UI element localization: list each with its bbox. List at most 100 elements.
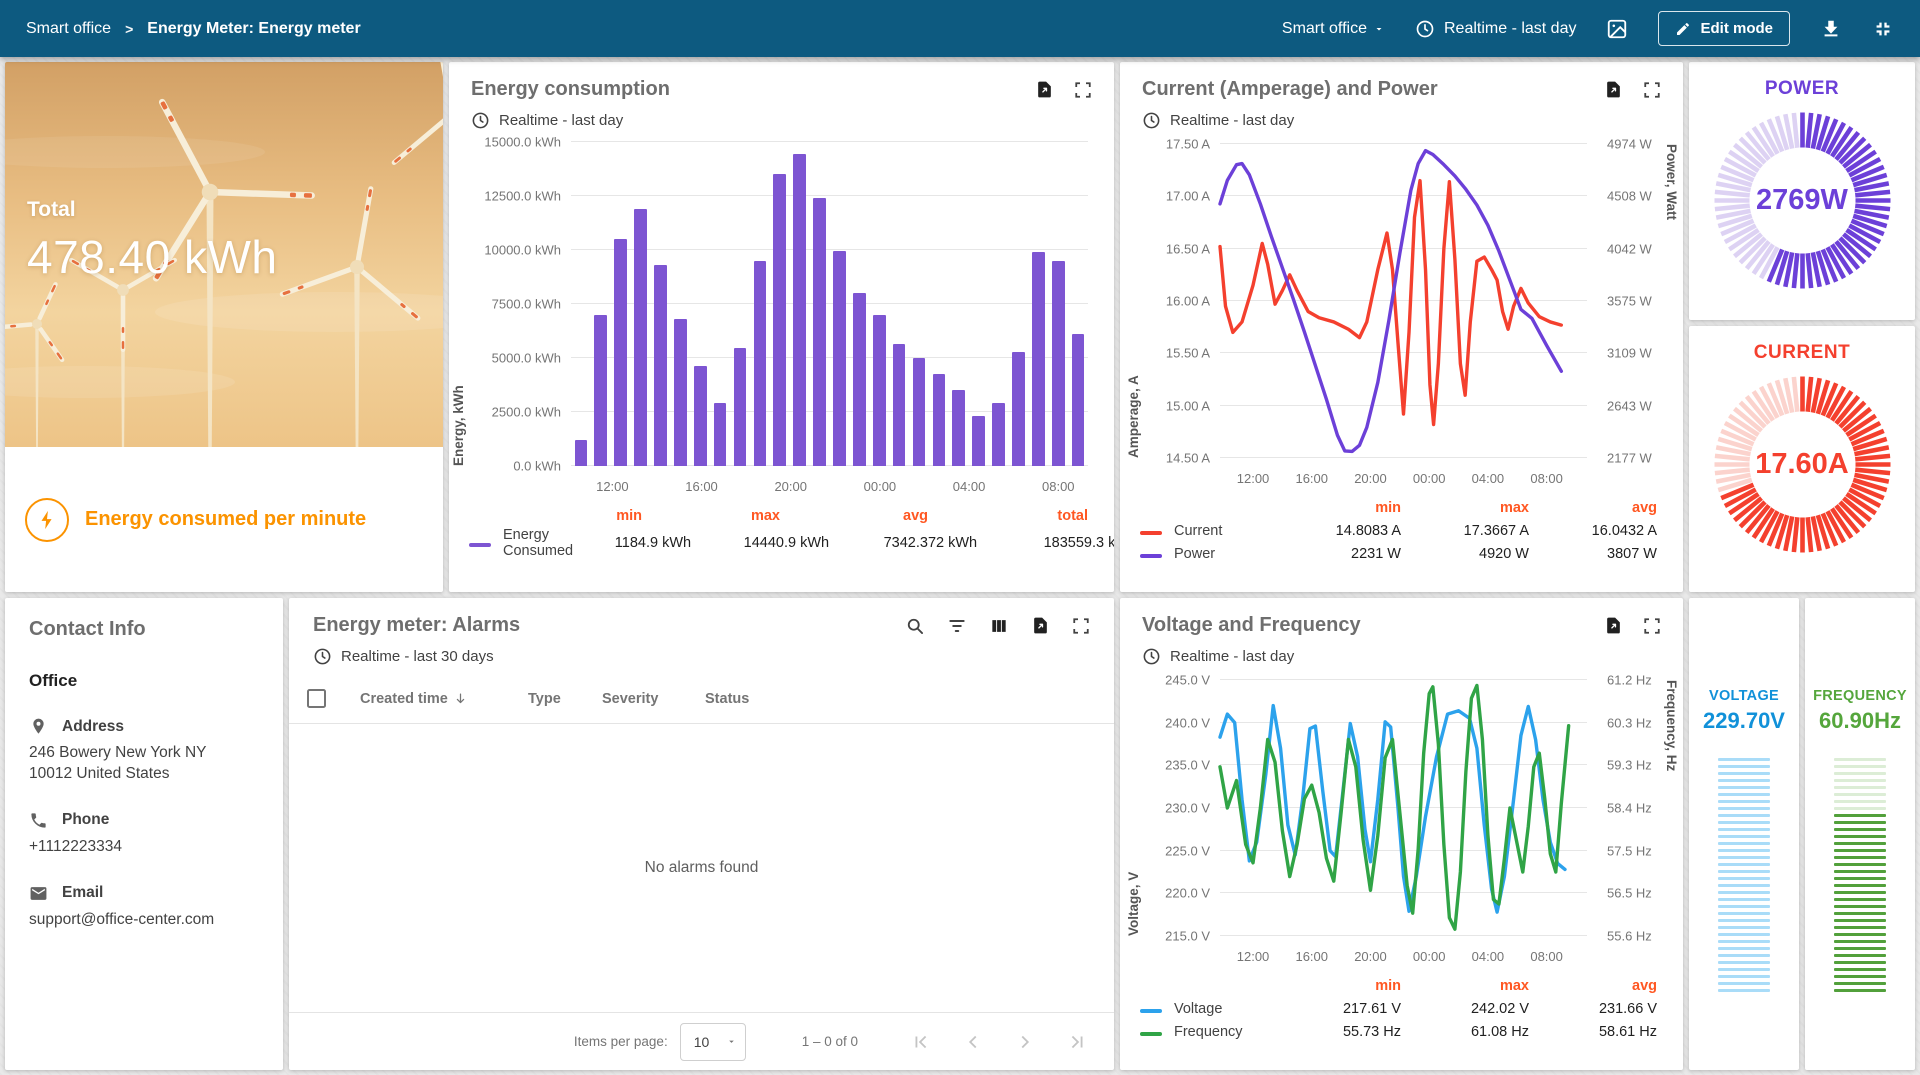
fullscreen-icon[interactable] <box>1074 81 1092 99</box>
alarms-card: Energy meter: Alarms <box>289 598 1114 1070</box>
dashboard-image-button[interactable] <box>1606 18 1628 40</box>
legend-header-row: minmaxavg <box>1140 974 1657 997</box>
y-tick-label: 17.00 A <box>1120 189 1210 204</box>
gauge-value: 2769W <box>1710 108 1895 293</box>
y-axis-labels-left: 17.50 A17.00 A16.50 A16.00 A15.50 A15.00… <box>1120 144 1210 458</box>
y-tick-label: 245.0 V <box>1120 673 1210 688</box>
legend-stat-header: max <box>1401 500 1529 516</box>
alarms-empty-message: No alarms found <box>289 724 1114 1012</box>
gridline <box>571 249 1088 250</box>
next-page-icon[interactable] <box>1014 1031 1036 1053</box>
column-status[interactable]: Status <box>705 691 1114 707</box>
plot-area <box>1220 680 1587 936</box>
office-name: Office <box>29 671 259 691</box>
timewindow-label: Realtime - last day <box>1444 20 1577 38</box>
legend-row[interactable]: Current14.8083 A17.3667 A16.0432 A <box>1140 519 1657 542</box>
bar <box>594 315 607 466</box>
entity-select-value: Smart office <box>1282 20 1367 38</box>
level-bar <box>1718 961 1770 964</box>
sort-desc-icon <box>453 691 468 706</box>
bar <box>833 251 846 466</box>
export-icon[interactable] <box>1031 616 1050 635</box>
column-created-time[interactable]: Created time <box>360 691 528 707</box>
breadcrumb-dashboard[interactable]: Smart office <box>26 20 111 38</box>
columns-icon[interactable] <box>989 616 1009 636</box>
column-severity[interactable]: Severity <box>602 691 705 707</box>
level-bar <box>1834 863 1886 866</box>
items-per-page-select[interactable]: 10 <box>680 1023 746 1061</box>
y-tick-label: 15.50 A <box>1120 346 1210 361</box>
bar <box>793 154 806 466</box>
first-page-icon[interactable] <box>910 1031 932 1053</box>
select-all-checkbox[interactable] <box>307 689 326 708</box>
fullscreen-icon[interactable] <box>1643 617 1661 635</box>
exit-fullscreen-icon[interactable] <box>1872 18 1894 40</box>
entity-select-dropdown[interactable]: Smart office <box>1282 20 1385 38</box>
plot-area <box>571 142 1088 466</box>
legend-swatch-color <box>1140 1032 1162 1036</box>
x-tick-label: 08:00 <box>1042 479 1075 494</box>
timewindow-button[interactable]: Realtime - last day <box>1415 19 1577 39</box>
y-tick-label: 3575 W <box>1597 294 1683 309</box>
export-icon[interactable] <box>1604 80 1623 99</box>
gridline <box>571 195 1088 196</box>
level-bar <box>1834 954 1886 957</box>
voltage-frequency-line-chart: Voltage, V Frequency, Hz 245.0 V240.0 V2… <box>1120 672 1683 964</box>
legend-row[interactable]: Power2231 W4920 W3807 W <box>1140 542 1657 565</box>
y-tick-label: 215.0 V <box>1120 929 1210 944</box>
fullscreen-icon[interactable] <box>1072 617 1090 635</box>
search-icon[interactable] <box>905 616 925 636</box>
y-tick-label: 60.3 Hz <box>1597 715 1683 730</box>
legend-row[interactable]: Voltage217.61 V242.02 V231.66 V <box>1140 997 1657 1020</box>
y-tick-label: 58.4 Hz <box>1597 801 1683 816</box>
bar <box>992 403 1005 466</box>
fullscreen-icon[interactable] <box>1643 81 1661 99</box>
previous-page-icon[interactable] <box>962 1031 984 1053</box>
level-bar <box>1718 849 1770 852</box>
level-bar <box>1834 989 1886 992</box>
level-bar <box>1834 765 1886 768</box>
widget-timewindow[interactable]: Realtime - last day <box>1142 647 1661 666</box>
legend-stat-header: avg <box>780 508 928 524</box>
x-tick-label: 04:00 <box>953 479 986 494</box>
level-bar <box>1834 968 1886 971</box>
x-tick-label: 08:00 <box>1530 949 1563 964</box>
filter-icon[interactable] <box>947 616 967 636</box>
level-bar <box>1834 926 1886 929</box>
card-title: Current (Amperage) and Power <box>1142 78 1584 101</box>
gauge-value: 60.90Hz <box>1805 708 1915 734</box>
last-page-icon[interactable] <box>1066 1031 1088 1053</box>
x-tick-label: 04:00 <box>1472 949 1505 964</box>
edit-mode-button[interactable]: Edit mode <box>1658 11 1790 46</box>
legend-swatch <box>469 535 503 551</box>
bar <box>714 403 727 466</box>
y-tick-label: 4974 W <box>1597 137 1683 152</box>
level-bar <box>1718 800 1770 803</box>
total-value: 478.40 kWh <box>27 230 277 284</box>
level-bar <box>1834 884 1886 887</box>
export-icon[interactable] <box>1035 80 1054 99</box>
level-bar <box>1834 821 1886 824</box>
level-bar <box>1718 772 1770 775</box>
level-bar <box>1834 870 1886 873</box>
level-bar <box>1718 982 1770 985</box>
y-tick-label: 14.50 A <box>1120 451 1210 466</box>
widget-timewindow[interactable]: Realtime - last 30 days <box>313 647 1090 666</box>
y-axis-labels-right: 4974 W4508 W4042 W3575 W3109 W2643 W2177… <box>1597 144 1683 458</box>
bar <box>972 416 985 466</box>
download-icon[interactable] <box>1820 18 1842 40</box>
legend-row[interactable]: Energy Consumed1184.9 kWh14440.9 kWh7342… <box>469 527 1088 550</box>
plot-area <box>1220 144 1587 458</box>
y-tick-label: 225.0 V <box>1120 843 1210 858</box>
edit-mode-label: Edit mode <box>1700 20 1773 37</box>
level-bar <box>1834 919 1886 922</box>
y-tick-label: 15000.0 kWh <box>449 135 561 150</box>
widget-timewindow[interactable]: Realtime - last day <box>471 111 1092 130</box>
legend-swatch <box>1140 1024 1174 1040</box>
address-label: Address <box>62 718 124 736</box>
legend-header-row: minmaxavgtotal <box>469 504 1088 527</box>
export-icon[interactable] <box>1604 616 1623 635</box>
column-type[interactable]: Type <box>528 691 602 707</box>
widget-timewindow[interactable]: Realtime - last day <box>1142 111 1661 130</box>
legend-row[interactable]: Frequency55.73 Hz61.08 Hz58.61 Hz <box>1140 1020 1657 1043</box>
